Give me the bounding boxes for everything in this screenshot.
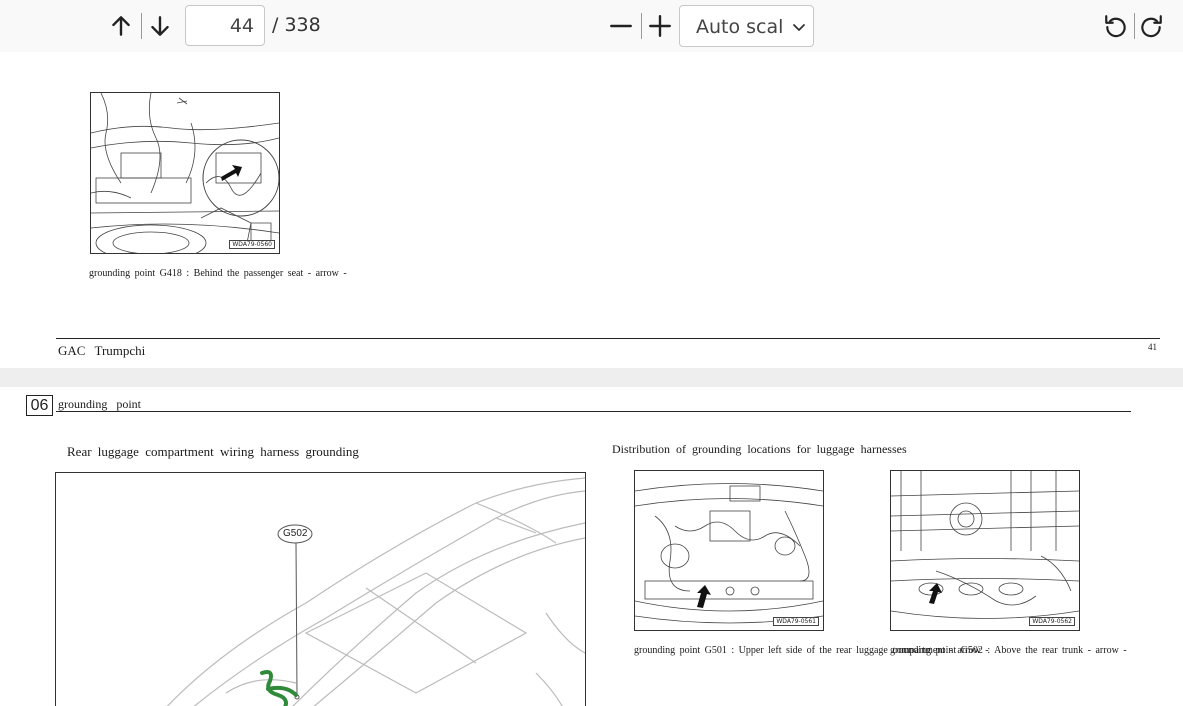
- section-title-rule: [56, 411, 1131, 412]
- chevron-down-icon: [793, 24, 805, 31]
- pdf-page-41: WDA79-0560 grounding point G418 : Behind…: [0, 0, 1183, 368]
- arrow-up-icon: [112, 16, 130, 36]
- figure-id-label: WDA79-0560: [229, 240, 275, 249]
- footer-rule: [56, 338, 1160, 339]
- trunk-left-drawing: [635, 483, 823, 624]
- trunk-top-drawing: [891, 471, 1079, 619]
- toolbar-separator: [141, 13, 142, 39]
- section-title: grounding point: [58, 397, 141, 411]
- g501-location-figure: WDA79-0561: [634, 470, 824, 631]
- pdf-toolbar: / 338 Auto scaling: [0, 0, 1183, 52]
- g502-location-figure: WDA79-0562: [890, 470, 1080, 631]
- rotate-clockwise-button[interactable]: [1135, 10, 1167, 42]
- arrow-down-icon: [151, 16, 169, 36]
- seat-grounding-drawing: [91, 93, 279, 253]
- page-total-label: / 338: [272, 14, 321, 36]
- toolbar-separator: [641, 13, 642, 39]
- footer-brand: GAC Trumpchi: [58, 343, 146, 358]
- rotate-counterclockwise-button[interactable]: [1100, 10, 1132, 42]
- previous-page-button[interactable]: [105, 10, 137, 42]
- minus-icon: [610, 24, 632, 28]
- zoom-select-value: Auto scaling: [696, 16, 784, 38]
- right-heading: Distribution of grounding locations for …: [612, 442, 907, 456]
- zoom-in-button[interactable]: [644, 10, 676, 42]
- rear-luggage-harness-figure: G502: [55, 472, 586, 706]
- section-number-box: 06: [26, 395, 53, 416]
- car-outline-drawing: [166, 477, 585, 706]
- pdf-page-42: 06 grounding point Rear luggage compartm…: [0, 387, 1183, 706]
- page-number-label: 41: [1148, 342, 1157, 352]
- g502-caption: grounding point G502 : Above the rear tr…: [890, 645, 1127, 656]
- next-page-button[interactable]: [144, 10, 176, 42]
- left-heading: Rear luggage compartment wiring harness …: [67, 444, 359, 459]
- figure-id-label: WDA79-0561: [773, 617, 819, 626]
- zoom-select[interactable]: Auto scaling: [679, 5, 814, 47]
- plus-icon: [649, 15, 671, 37]
- figure-id-label: WDA79-0562: [1029, 617, 1075, 626]
- rotate-cw-icon: [1141, 15, 1162, 38]
- page-number-input[interactable]: [185, 5, 265, 46]
- g502-callout-label: G502: [283, 528, 308, 539]
- rotate-ccw-icon: [1105, 15, 1126, 38]
- seat-grounding-figure: WDA79-0560: [90, 92, 280, 254]
- seat-grounding-caption: grounding point G418 : Behind the passen…: [89, 268, 347, 279]
- zoom-out-button[interactable]: [605, 10, 637, 42]
